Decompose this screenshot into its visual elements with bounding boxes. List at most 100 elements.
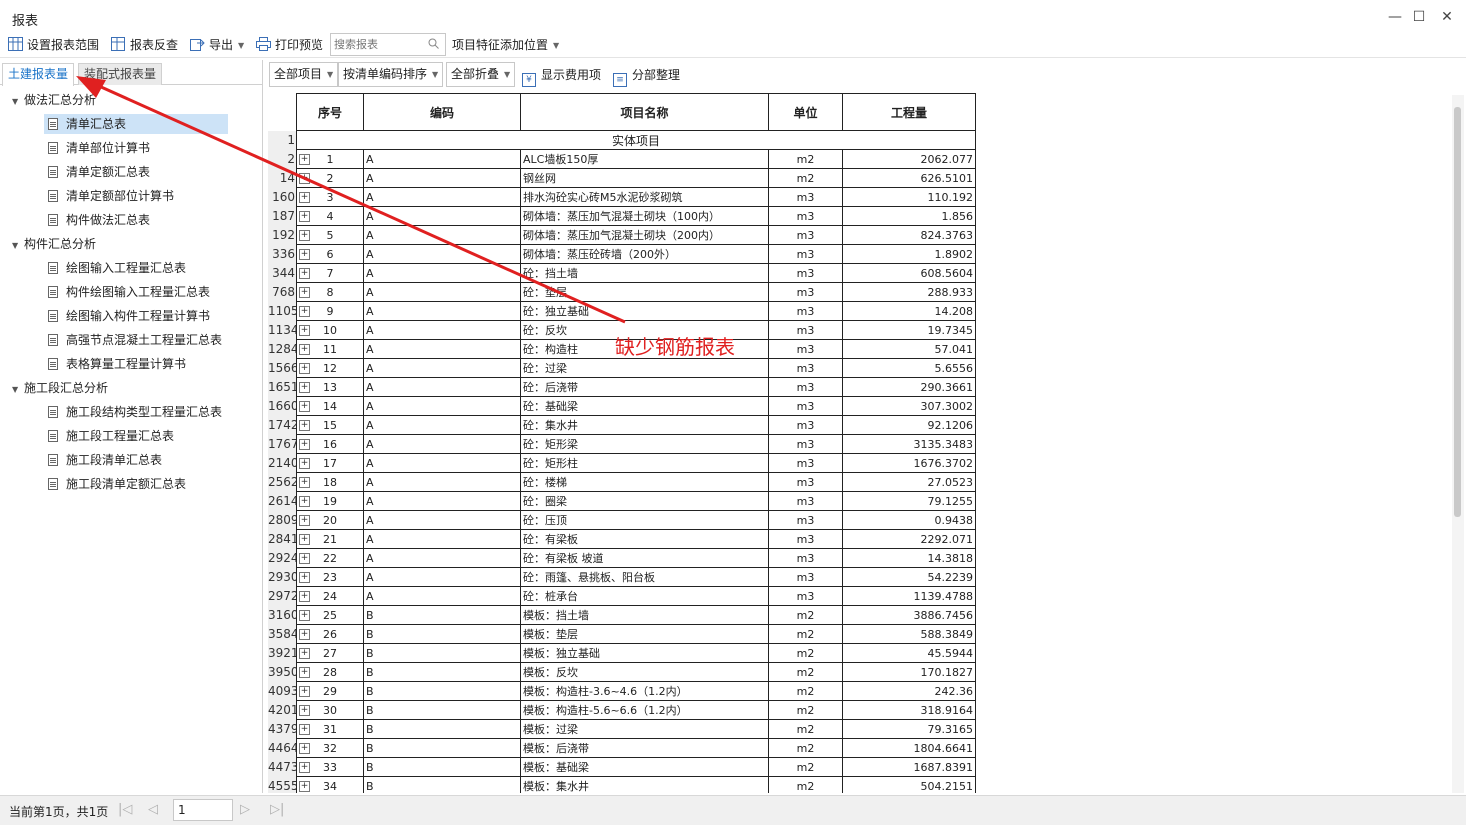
minimize-icon[interactable]: — bbox=[1385, 8, 1405, 26]
tree-group-component[interactable]: ▼ 构件汇总分析 bbox=[12, 234, 96, 254]
table-row[interactable]: 21 A 砼：有梁板 m3 2292.071 bbox=[296, 529, 976, 549]
table-row[interactable]: 16 A 砼：矩形梁 m3 3135.3483 bbox=[296, 434, 976, 454]
expand-icon[interactable]: + bbox=[299, 439, 310, 450]
expand-icon[interactable]: + bbox=[299, 553, 310, 564]
chevron-down-icon[interactable]: ▼ bbox=[12, 236, 24, 256]
expand-icon[interactable]: + bbox=[299, 192, 310, 203]
vertical-scrollbar[interactable] bbox=[1452, 95, 1464, 793]
reverse-check-button[interactable]: 报表反查 bbox=[111, 36, 178, 55]
expand-icon[interactable]: + bbox=[299, 382, 310, 393]
expand-icon[interactable]: + bbox=[299, 629, 310, 640]
table-row[interactable]: 28 B 模板：反坎 m2 170.1827 bbox=[296, 662, 976, 682]
tree-item[interactable]: 清单定额汇总表 bbox=[44, 162, 156, 182]
print-preview-button[interactable]: 打印预览 bbox=[256, 36, 323, 55]
expand-icon[interactable]: + bbox=[299, 287, 310, 298]
table-row[interactable]: 34 B 模板：集水井 m2 504.2151 bbox=[296, 776, 976, 793]
expand-icon[interactable]: + bbox=[299, 591, 310, 602]
tree-item[interactable]: 施工段清单定额汇总表 bbox=[44, 474, 192, 494]
table-row[interactable]: 7 A 砼：挡土墙 m3 608.5604 bbox=[296, 263, 976, 283]
sort-dropdown[interactable]: 按清单编码排序 ▼ bbox=[338, 62, 444, 87]
maximize-icon[interactable]: ☐ bbox=[1409, 8, 1429, 26]
expand-icon[interactable]: + bbox=[299, 268, 310, 279]
tree-item-bill-summary[interactable]: 清单汇总表 bbox=[44, 114, 228, 134]
table-row[interactable]: 1 A ALC墙板150厚 m2 2062.077 bbox=[296, 149, 976, 169]
table-row[interactable]: 2 A 钢丝网 m2 626.5101 bbox=[296, 168, 976, 188]
search-input[interactable] bbox=[331, 34, 427, 54]
table-row[interactable]: 24 A 砼：桩承台 m3 1139.4788 bbox=[296, 586, 976, 606]
expand-icon[interactable]: + bbox=[299, 572, 310, 583]
feature-position-dropdown[interactable]: 项目特征添加位置 ▼ bbox=[452, 36, 559, 55]
chevron-down-icon[interactable]: ▼ bbox=[12, 380, 24, 400]
tree-item[interactable]: 绘图输入工程量汇总表 bbox=[44, 258, 192, 278]
reorganize-button[interactable]: ≡ 分部整理 bbox=[613, 64, 680, 87]
table-row[interactable]: 18 A 砼：楼梯 m3 27.0523 bbox=[296, 472, 976, 492]
first-page-icon[interactable]: |◁ bbox=[118, 802, 132, 817]
table-row[interactable]: 19 A 砼：圈梁 m3 79.1255 bbox=[296, 491, 976, 511]
tab-prefab-report[interactable]: 装配式报表量 bbox=[78, 63, 163, 85]
expand-icon[interactable]: + bbox=[299, 230, 310, 241]
set-range-button[interactable]: 设置报表范围 bbox=[8, 36, 99, 55]
close-icon[interactable]: ✕ bbox=[1437, 8, 1457, 26]
tree-item[interactable]: 绘图输入构件工程量计算书 bbox=[44, 306, 216, 326]
export-button[interactable]: 导出 ▼ bbox=[190, 36, 244, 55]
tree-item[interactable]: 施工段结构类型工程量汇总表 bbox=[44, 402, 228, 422]
expand-icon[interactable]: + bbox=[299, 344, 310, 355]
table-row[interactable]: 9 A 砼：独立基础 m3 14.208 bbox=[296, 301, 976, 321]
expand-icon[interactable]: + bbox=[299, 496, 310, 507]
expand-icon[interactable]: + bbox=[299, 363, 310, 374]
expand-icon[interactable]: + bbox=[299, 154, 310, 165]
tree-item[interactable]: 清单定额部位计算书 bbox=[44, 186, 180, 206]
tree-item[interactable]: 清单部位计算书 bbox=[44, 138, 156, 158]
table-row[interactable]: 26 B 模板：垫层 m2 588.3849 bbox=[296, 624, 976, 644]
expand-icon[interactable]: + bbox=[299, 781, 310, 792]
fold-dropdown[interactable]: 全部折叠 ▼ bbox=[446, 62, 516, 87]
expand-icon[interactable]: + bbox=[299, 306, 310, 317]
table-row[interactable]: 12 A 砼：过梁 m3 5.6556 bbox=[296, 358, 976, 378]
last-page-icon[interactable]: ▷| bbox=[270, 802, 284, 817]
table-row[interactable]: 25 B 模板：挡土墙 m2 3886.7456 bbox=[296, 605, 976, 625]
table-row[interactable]: 20 A 砼：压顶 m3 0.9438 bbox=[296, 510, 976, 530]
chevron-down-icon[interactable]: ▼ bbox=[12, 92, 24, 112]
tree-item[interactable]: 构件绘图输入工程量汇总表 bbox=[44, 282, 216, 302]
tree-group-method[interactable]: ▼ 做法汇总分析 bbox=[12, 90, 96, 110]
table-row[interactable]: 33 B 模板：基础梁 m2 1687.8391 bbox=[296, 757, 976, 777]
tree-item[interactable]: 施工段工程量汇总表 bbox=[44, 426, 180, 446]
expand-icon[interactable]: + bbox=[299, 477, 310, 488]
table-row[interactable]: 5 A 砌体墙：蒸压加气混凝土砌块（200内） m3 824.3763 bbox=[296, 225, 976, 245]
table-row[interactable]: 32 B 模板：后浇带 m2 1804.6641 bbox=[296, 738, 976, 758]
expand-icon[interactable]: + bbox=[299, 724, 310, 735]
table-row[interactable]: 8 A 砼：垫层 m3 288.933 bbox=[296, 282, 976, 302]
expand-icon[interactable]: + bbox=[299, 610, 310, 621]
expand-icon[interactable]: + bbox=[299, 401, 310, 412]
table-row[interactable]: 14 A 砼：基础梁 m3 307.3002 bbox=[296, 396, 976, 416]
next-page-icon[interactable]: ▷ bbox=[240, 802, 250, 817]
tree-item[interactable]: 高强节点混凝土工程量汇总表 bbox=[44, 330, 228, 350]
tree-group-section[interactable]: ▼ 施工段汇总分析 bbox=[12, 378, 108, 398]
table-row[interactable]: 17 A 砼：矩形柱 m3 1676.3702 bbox=[296, 453, 976, 473]
tree-item[interactable]: 施工段清单汇总表 bbox=[44, 450, 168, 470]
table-row[interactable]: 6 A 砌体墙：蒸压砼砖墙（200外） m3 1.8902 bbox=[296, 244, 976, 264]
table-row[interactable]: 13 A 砼：后浇带 m3 290.3661 bbox=[296, 377, 976, 397]
expand-icon[interactable]: + bbox=[299, 211, 310, 222]
expand-icon[interactable]: + bbox=[299, 705, 310, 716]
table-row[interactable]: 15 A 砼：集水井 m3 92.1206 bbox=[296, 415, 976, 435]
tree-item[interactable]: 构件做法汇总表 bbox=[44, 210, 156, 230]
expand-icon[interactable]: + bbox=[299, 249, 310, 260]
table-row[interactable]: 3 A 排水沟砼实心砖M5水泥砂浆砌筑 m3 110.192 bbox=[296, 187, 976, 207]
expand-icon[interactable]: + bbox=[299, 458, 310, 469]
expand-icon[interactable]: + bbox=[299, 173, 310, 184]
search-icon[interactable] bbox=[428, 38, 439, 49]
expand-icon[interactable]: + bbox=[299, 648, 310, 659]
page-number-input[interactable]: 1 bbox=[173, 799, 233, 821]
expand-icon[interactable]: + bbox=[299, 743, 310, 754]
show-fees-button[interactable]: ¥ 显示费用项 bbox=[522, 64, 601, 87]
expand-icon[interactable]: + bbox=[299, 762, 310, 773]
tab-civil-report[interactable]: 土建报表量 bbox=[2, 63, 75, 86]
table-row[interactable]: 23 A 砼：雨篷、悬挑板、阳台板 m3 54.2239 bbox=[296, 567, 976, 587]
table-row[interactable]: 22 A 砼：有梁板 坡道 m3 14.3818 bbox=[296, 548, 976, 568]
table-row[interactable]: 4 A 砌体墙：蒸压加气混凝土砌块（100内） m3 1.856 bbox=[296, 206, 976, 226]
table-row[interactable]: 29 B 模板：构造柱-3.6~4.6（1.2内） m2 242.36 bbox=[296, 681, 976, 701]
table-row[interactable]: 27 B 模板：独立基础 m2 45.5944 bbox=[296, 643, 976, 663]
expand-icon[interactable]: + bbox=[299, 515, 310, 526]
table-row[interactable]: 30 B 模板：构造柱-5.6~6.6（1.2内） m2 318.9164 bbox=[296, 700, 976, 720]
